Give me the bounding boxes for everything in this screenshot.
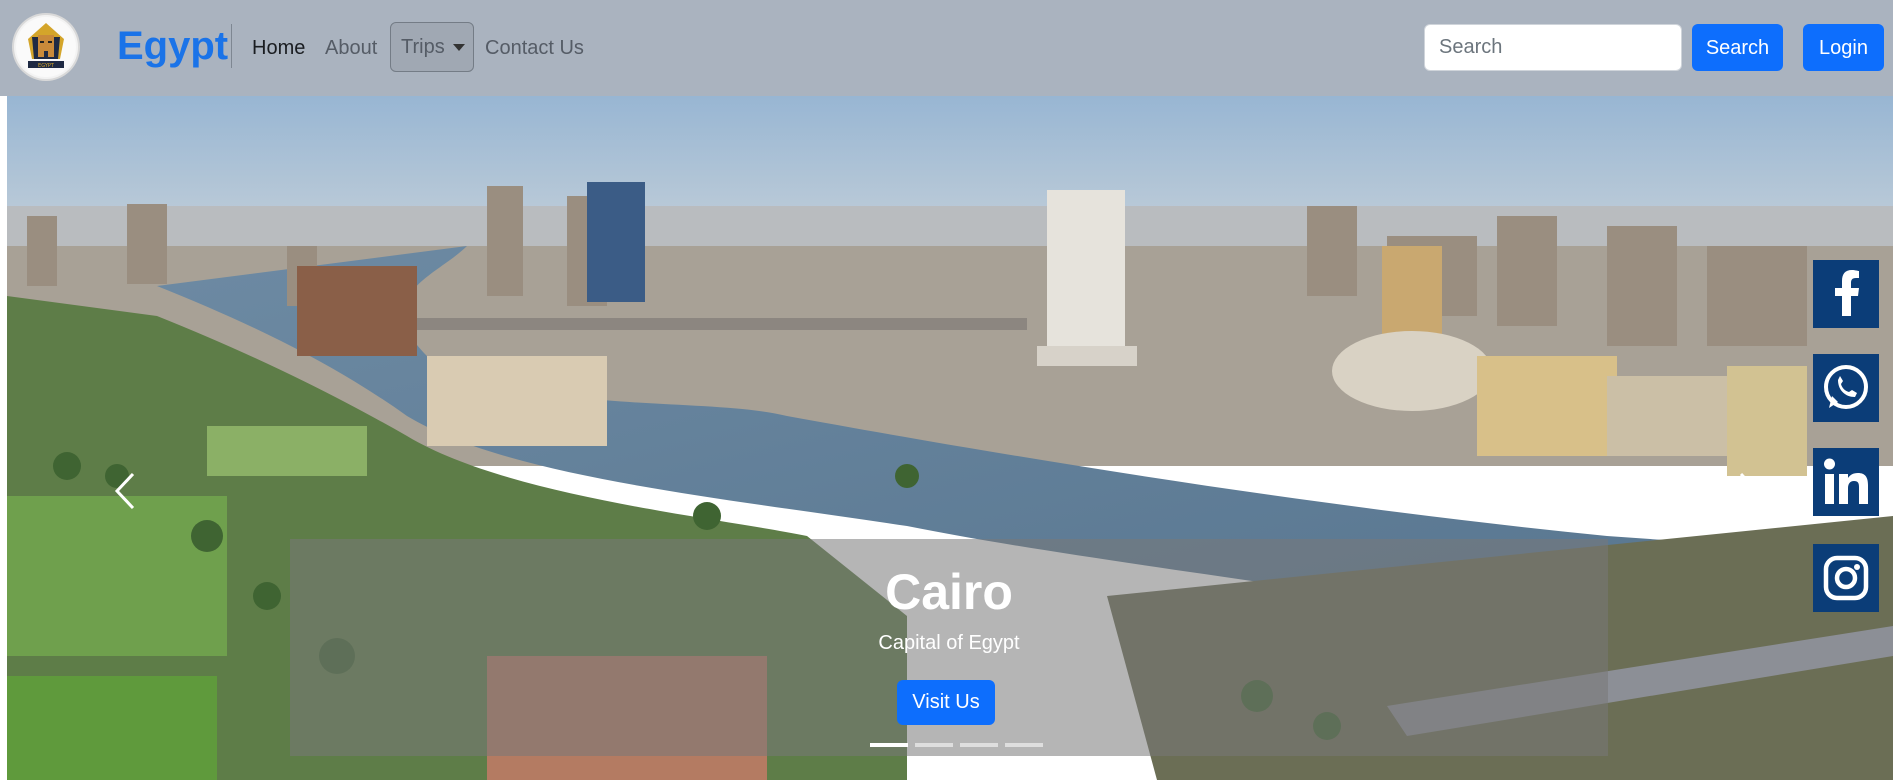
brand-divider	[231, 24, 232, 68]
linkedin-icon	[1824, 458, 1868, 504]
visit-us-button[interactable]: Visit Us	[897, 680, 995, 725]
caret-down-icon	[453, 44, 465, 51]
nav-contact[interactable]: Contact Us	[485, 36, 584, 60]
nav-home[interactable]: Home	[252, 36, 305, 60]
search-input[interactable]	[1424, 24, 1682, 71]
chevron-right-icon	[1739, 472, 1760, 510]
slide-title: Cairo	[885, 564, 1013, 620]
navbar: EGYPT Egypt Home About Trips Contact Us …	[0, 0, 1893, 96]
carousel-indicator-4[interactable]	[1005, 743, 1043, 747]
brand-link[interactable]: Egypt	[117, 22, 228, 70]
login-button[interactable]: Login	[1803, 24, 1884, 71]
nav-trips-label: Trips	[401, 36, 445, 58]
page-left-border	[0, 96, 7, 782]
carousel-indicator-1[interactable]	[870, 743, 908, 747]
nav-trips-dropdown[interactable]: Trips	[390, 22, 474, 72]
linkedin-link[interactable]	[1813, 448, 1879, 516]
whatsapp-link[interactable]	[1813, 354, 1879, 422]
carousel-indicator-3[interactable]	[960, 743, 998, 747]
carousel-prev-button[interactable]	[105, 466, 145, 516]
carousel-caption: Cairo Capital of Egypt Visit Us	[290, 539, 1608, 756]
facebook-icon	[1835, 270, 1859, 316]
facebook-link[interactable]	[1813, 260, 1879, 328]
whatsapp-icon	[1824, 365, 1868, 409]
search-button[interactable]: Search	[1692, 24, 1783, 71]
slide-subtitle: Capital of Egypt	[878, 632, 1020, 654]
instagram-link[interactable]	[1813, 544, 1879, 612]
svg-text:EGYPT: EGYPT	[38, 63, 55, 69]
carousel-indicator-2[interactable]	[915, 743, 953, 747]
carousel-next-button[interactable]	[1729, 466, 1769, 516]
instagram-icon	[1823, 555, 1869, 601]
chevron-left-icon	[114, 472, 135, 510]
hero-carousel: Cairo Capital of Egypt Visit Us	[7, 96, 1893, 780]
nav-about[interactable]: About	[325, 36, 377, 60]
pharaoh-logo-icon[interactable]: EGYPT	[14, 15, 78, 79]
